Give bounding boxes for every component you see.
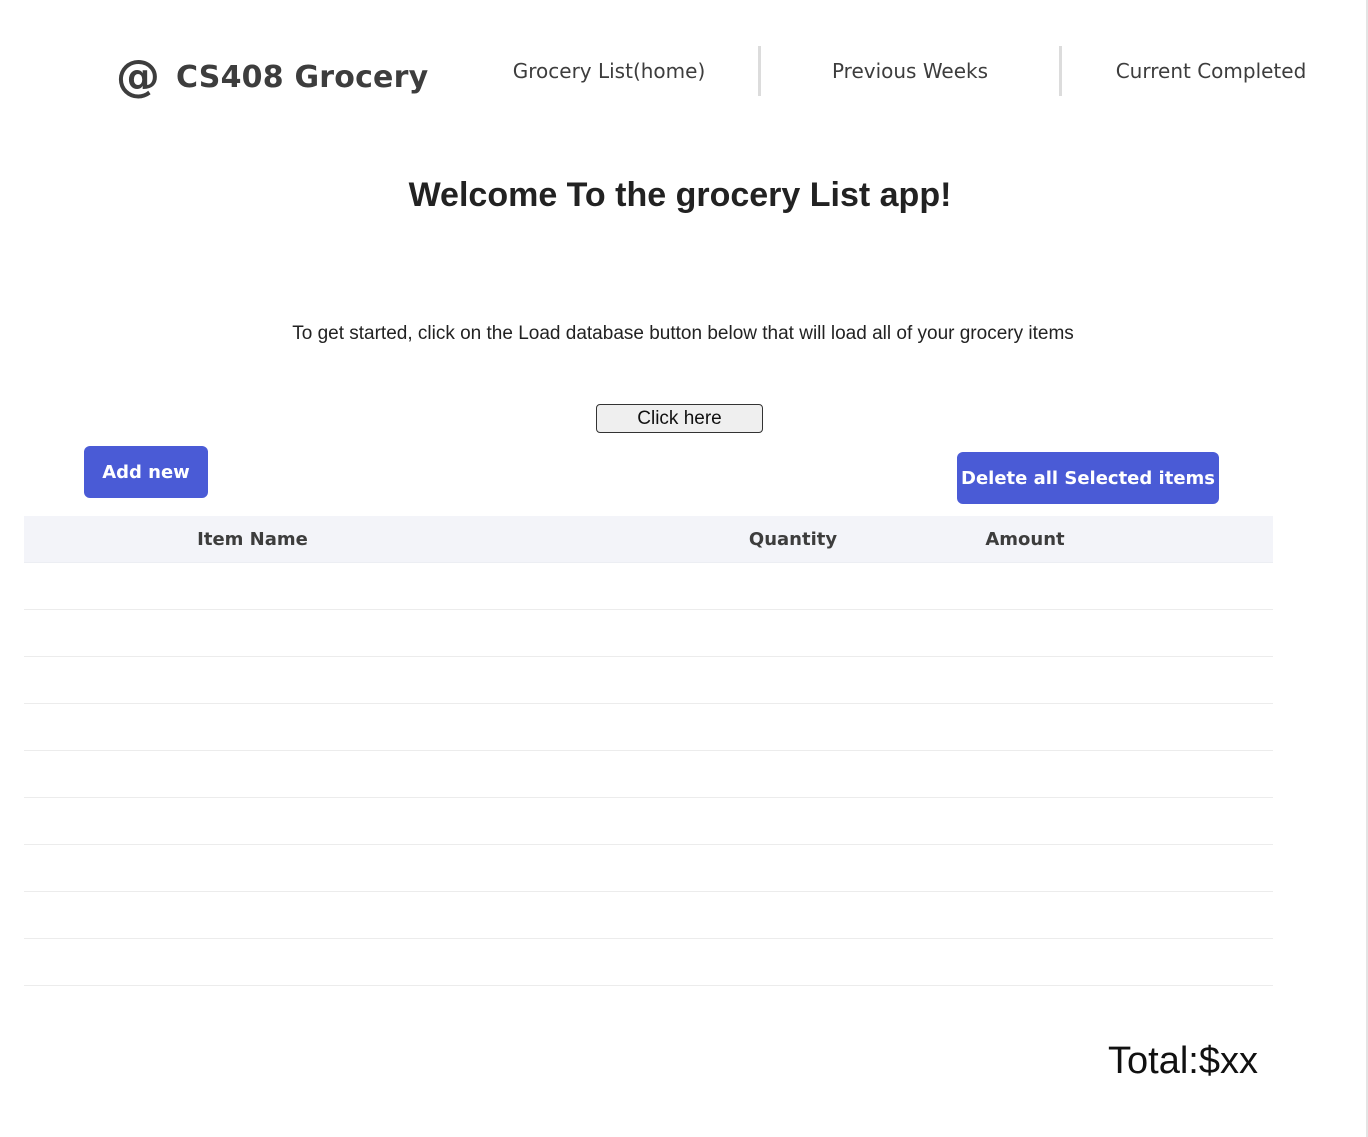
brand[interactable]: @ CS408 Grocery: [116, 55, 428, 99]
table-row: [24, 610, 1273, 657]
column-header-amount[interactable]: Amount: [935, 529, 1115, 550]
table-row: [24, 939, 1273, 986]
nav-previous-weeks[interactable]: Previous Weeks: [761, 46, 1059, 96]
table-row: [24, 751, 1273, 798]
top-nav: Grocery List(home) Previous Weeks Curren…: [460, 46, 1360, 96]
page: @ CS408 Grocery Grocery List(home) Previ…: [0, 0, 1368, 1137]
table-row: [24, 657, 1273, 704]
nav-grocery-list-home[interactable]: Grocery List(home): [460, 46, 758, 96]
table-header: Item Name Quantity Amount: [24, 516, 1273, 563]
at-sign-logo-icon: @: [116, 51, 160, 102]
table-row: [24, 845, 1273, 892]
nav-current-completed[interactable]: Current Completed: [1062, 46, 1360, 96]
column-header-item-name[interactable]: Item Name: [24, 529, 481, 550]
delete-selected-button[interactable]: Delete all Selected items: [957, 452, 1219, 504]
table-row: [24, 892, 1273, 939]
load-database-button[interactable]: Click here: [596, 404, 763, 433]
instructions-text: To get started, click on the Load databa…: [292, 323, 1074, 344]
page-title: Welcome To the grocery List app!: [408, 176, 952, 214]
table-row: [24, 704, 1273, 751]
total-amount: Total:$xx: [1108, 1040, 1258, 1082]
add-new-button[interactable]: Add new: [84, 446, 208, 498]
table-row: [24, 798, 1273, 845]
grocery-table: Item Name Quantity Amount: [24, 516, 1273, 986]
table-row: [24, 563, 1273, 610]
brand-title: CS408 Grocery: [176, 59, 429, 95]
column-header-quantity[interactable]: Quantity: [731, 529, 855, 550]
